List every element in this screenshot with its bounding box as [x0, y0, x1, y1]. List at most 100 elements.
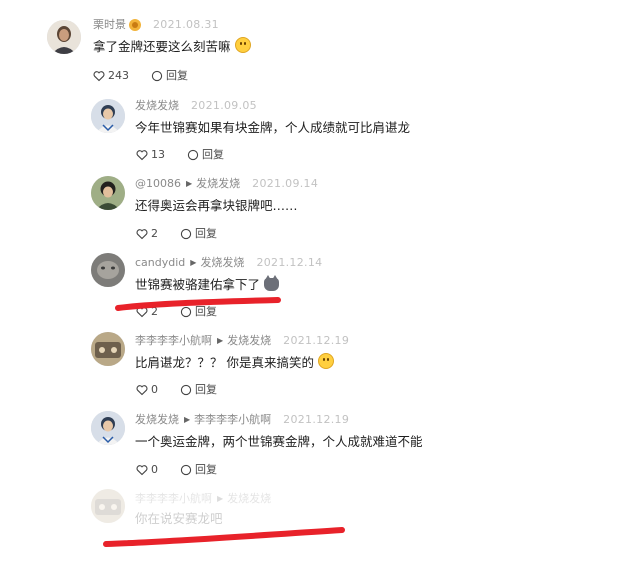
cat-emoji-icon	[264, 275, 280, 291]
comment-actions: 13 回复	[136, 147, 224, 163]
comment-meta: 发烧发烧 ▶ 李李李李小航啊 2021.12.19	[135, 411, 349, 429]
reply-button[interactable]: 回复	[151, 68, 188, 84]
reply-item: candydid ▶ 发烧发烧 2021.12.14 世锦赛被骆建佑拿下了 2 …	[0, 248, 640, 326]
comment-actions: 0 回复	[136, 382, 217, 398]
comment-actions: 2 回复	[136, 304, 217, 320]
reply-button[interactable]: 回复	[180, 462, 217, 478]
avatar[interactable]	[91, 411, 125, 445]
heart-icon	[93, 71, 105, 82]
heart-icon	[136, 307, 148, 318]
comment-text: 你在说安赛龙吧	[135, 511, 223, 526]
like-button[interactable]: 0	[136, 462, 158, 478]
comment-date: 2021.08.31	[153, 18, 219, 31]
reply-to-user[interactable]: 李李李李小航啊	[194, 411, 271, 429]
heart-icon	[136, 385, 148, 396]
smile-emoji-icon	[234, 37, 251, 53]
comment-text-row: 世锦赛被骆建佑拿下了	[135, 275, 280, 295]
like-count: 2	[151, 305, 158, 318]
comment-date: 2021.12.19	[283, 413, 350, 426]
comment-actions: 0 回复	[136, 462, 217, 478]
username[interactable]: 李李李李小航啊	[135, 332, 212, 350]
comment-text-row: 比肩谌龙？？？ 你是真来搞笑的	[135, 353, 334, 373]
comment-date: 2021.12.14	[256, 256, 323, 269]
username[interactable]: 栗时景	[93, 16, 126, 34]
reply-label: 回复	[195, 227, 217, 240]
reply-label: 回复	[195, 383, 217, 396]
reply-item: 发烧发烧 ▶ 李李李李小航啊 2021.12.19 一个奥运金牌，两个世锦赛金牌…	[0, 406, 640, 484]
comment-text: 今年世锦赛如果有块金牌，个人成绩就可比肩谌龙	[135, 120, 411, 135]
reply-arrow-icon: ▶	[184, 415, 191, 424]
avatar[interactable]	[91, 253, 125, 287]
comment-text: 比肩谌龙？？？ 你是真来搞笑的	[135, 355, 314, 370]
username[interactable]: @10086	[135, 175, 181, 193]
laugh-emoji-icon	[317, 353, 334, 369]
comment-date: 2021.09.14	[252, 177, 319, 190]
comment-text: 世锦赛被骆建佑拿下了	[135, 277, 261, 292]
like-count: 2	[151, 227, 158, 240]
username[interactable]: candydid	[135, 254, 185, 272]
reply-item: 李李李李小航啊 ▶ 发烧发烧 2021.12.19 比肩谌龙？？？ 你是真来搞笑…	[0, 326, 640, 406]
like-count: 0	[151, 383, 158, 396]
comment-item: 栗时景 2021.08.31 拿了金牌还要这么刻苦嘛 243 回复	[0, 0, 640, 92]
comment-text: 还得奥运会再拿块银牌吧……	[135, 198, 298, 213]
comment-meta: 栗时景 2021.08.31	[93, 16, 219, 34]
reply-bubble-icon	[180, 306, 192, 318]
comment-meta: 发烧发烧 2021.09.05	[135, 97, 257, 115]
reply-label: 回复	[195, 305, 217, 318]
heart-icon	[136, 465, 148, 476]
reply-button[interactable]: 回复	[187, 147, 224, 163]
reply-label: 回复	[202, 148, 224, 161]
avatar[interactable]	[91, 332, 125, 366]
username[interactable]: 李李李李小航啊	[135, 490, 212, 508]
comment-meta: 李李李李小航啊 ▶ 发烧发烧	[135, 490, 271, 508]
reply-button[interactable]: 回复	[180, 226, 217, 242]
comment-text: 一个奥运金牌，两个世锦赛金牌，个人成就难道不能	[135, 434, 423, 449]
avatar[interactable]	[91, 99, 125, 133]
reply-label: 回复	[166, 69, 188, 82]
reply-bubble-icon	[151, 70, 163, 82]
reply-arrow-icon: ▶	[217, 336, 224, 345]
avatar[interactable]	[47, 20, 81, 54]
heart-icon	[136, 229, 148, 240]
like-count: 13	[151, 148, 165, 161]
comment-meta: 李李李李小航啊 ▶ 发烧发烧 2021.12.19	[135, 332, 349, 350]
like-count: 0	[151, 463, 158, 476]
reply-to-user[interactable]: 发烧发烧	[227, 332, 271, 350]
like-button[interactable]: 0	[136, 382, 158, 398]
comment-date: 2021.09.05	[191, 99, 257, 112]
badge-icon	[129, 19, 141, 31]
reply-item: 发烧发烧 2021.09.05 今年世锦赛如果有块金牌，个人成绩就可比肩谌龙 1…	[0, 92, 640, 170]
avatar[interactable]	[91, 176, 125, 210]
reply-item: 李李李李小航啊 ▶ 发烧发烧 你在说安赛龙吧	[0, 484, 640, 544]
comment-meta: @10086 ▶ 发烧发烧 2021.09.14	[135, 175, 318, 193]
avatar[interactable]	[91, 489, 125, 523]
reply-bubble-icon	[180, 464, 192, 476]
reply-bubble-icon	[187, 149, 199, 161]
reply-bubble-icon	[180, 384, 192, 396]
like-button[interactable]: 243	[93, 68, 129, 84]
username[interactable]: 发烧发烧	[135, 97, 179, 115]
comment-text-row: 拿了金牌还要这么刻苦嘛	[93, 37, 251, 57]
comment-date: 2021.12.19	[283, 334, 350, 347]
reply-arrow-icon: ▶	[186, 179, 193, 188]
reply-to-user[interactable]: 发烧发烧	[200, 254, 244, 272]
comment-text: 拿了金牌还要这么刻苦嘛	[93, 39, 231, 54]
like-count: 243	[108, 69, 129, 82]
like-button[interactable]: 2	[136, 304, 158, 320]
reply-to-user[interactable]: 发烧发烧	[196, 175, 240, 193]
reply-button[interactable]: 回复	[180, 382, 217, 398]
username[interactable]: 发烧发烧	[135, 411, 179, 429]
comment-meta: candydid ▶ 发烧发烧 2021.12.14	[135, 254, 322, 272]
comment-actions: 243 回复	[93, 68, 188, 84]
comment-actions: 2 回复	[136, 226, 217, 242]
like-button[interactable]: 13	[136, 147, 165, 163]
heart-icon	[136, 150, 148, 161]
reply-button[interactable]: 回复	[180, 304, 217, 320]
reply-label: 回复	[195, 463, 217, 476]
like-button[interactable]: 2	[136, 226, 158, 242]
reply-item: @10086 ▶ 发烧发烧 2021.09.14 还得奥运会再拿块银牌吧…… 2…	[0, 170, 640, 248]
reply-to-user[interactable]: 发烧发烧	[227, 490, 271, 508]
reply-arrow-icon: ▶	[190, 258, 197, 267]
reply-arrow-icon: ▶	[217, 494, 224, 503]
reply-bubble-icon	[180, 228, 192, 240]
